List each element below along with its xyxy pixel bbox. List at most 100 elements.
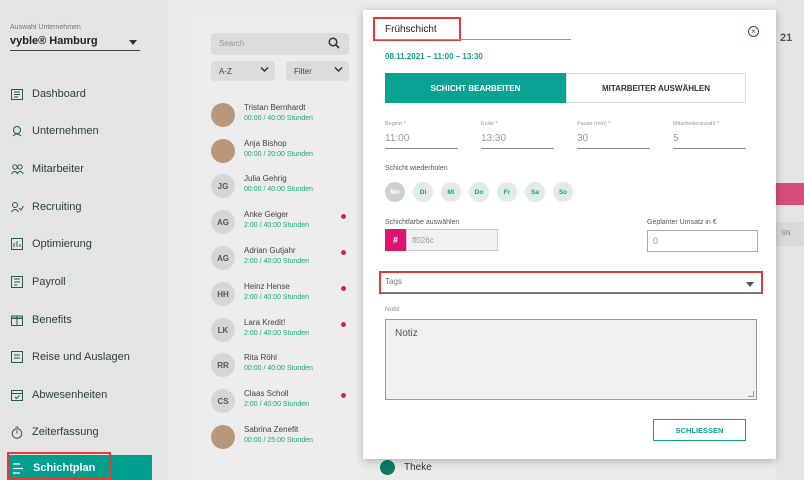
tags-underline <box>381 292 761 293</box>
day-toggle-mo[interactable]: Mo <box>385 182 405 202</box>
day-toggle-mi[interactable]: Mi <box>441 182 461 202</box>
employee-row[interactable]: RR Rita Röhl 00:00 / 40:00 Stunden <box>211 351 361 379</box>
sidebar-item-label: Benefits <box>32 314 72 326</box>
begin-field[interactable]: 11:00 <box>385 133 409 144</box>
avatar: JG <box>211 174 235 198</box>
avatar: LK <box>211 318 235 342</box>
color-input[interactable]: ff026c <box>406 229 498 251</box>
employee-name: Julia Gehrig <box>244 174 287 183</box>
begin-label: Beginn * <box>385 121 406 127</box>
avatar <box>211 139 235 163</box>
sidebar-item-benefits[interactable]: Benefits <box>10 310 160 330</box>
pause-underline <box>577 148 650 149</box>
day-toggle-fr[interactable]: Fr <box>497 182 517 202</box>
sidebar-item-label: Mitarbeiter <box>32 163 84 175</box>
employee-row[interactable]: JG Julia Gehrig 00:00 / 40:00 Stunden <box>211 172 361 200</box>
count-label: Mitarbeiteranzahl * <box>673 121 719 127</box>
employee-hours: 00:00 / 25:00 Stunden <box>244 437 313 444</box>
employee-row[interactable]: HH Heinz Hense 2:00 / 40:00 Stunden <box>211 280 361 308</box>
end-underline <box>481 148 554 149</box>
employee-name: Claas Scholl <box>244 389 289 398</box>
sidebar-item-label: Reise und Auslagen <box>32 351 130 363</box>
calendar-date-number: 21 <box>780 32 793 44</box>
sidebar-item-reise[interactable]: Reise und Auslagen <box>10 347 160 367</box>
sidebar-item-mitarbeiter[interactable]: Mitarbeiter <box>10 159 160 179</box>
employee-row[interactable]: AG Anke Geiger 2:00 / 40:00 Stunden <box>211 208 361 236</box>
employee-name: Adrian Gutjahr <box>244 246 296 255</box>
chevron-down-icon[interactable] <box>746 282 754 287</box>
company-select[interactable]: vyble® Hamburg <box>10 35 140 51</box>
chevron-down-icon <box>129 40 137 45</box>
resize-handle-icon[interactable] <box>748 391 754 397</box>
recruiting-icon <box>10 200 24 214</box>
sidebar-item-dashboard[interactable]: Dashboard <box>10 84 160 104</box>
shift-edit-modal: Frühschicht × 08.11.2021 – 11:00 – 13:30… <box>363 10 776 459</box>
search-input[interactable]: Search <box>211 33 349 55</box>
employee-hours: 2:00 / 40:00 Stunden <box>244 294 309 301</box>
sidebar-item-optimierung[interactable]: Optimierung <box>10 234 160 254</box>
employee-row[interactable]: LK Lara Kredit! 2:00 / 40:00 Stunden <box>211 316 361 344</box>
employee-row[interactable]: AG Adrian Gutjahr 2:00 / 40:00 Stunden <box>211 244 361 272</box>
sidebar-item-label: Zeiterfassung <box>32 426 99 438</box>
employee-hours: 00:00 / 20:00 Stunden <box>244 151 313 158</box>
pause-label: Pause (min) * <box>577 121 611 127</box>
close-button[interactable]: SCHLIESSEN <box>653 419 746 441</box>
filter-select[interactable]: Filter <box>286 61 349 81</box>
shift-bar[interactable] <box>776 183 804 205</box>
tab-schicht-bearbeiten[interactable]: SCHICHT BEARBEITEN <box>385 73 566 103</box>
employee-row[interactable]: CS Claas Scholl 2:00 / 40:00 Stunden <box>211 387 361 415</box>
sort-select[interactable]: A-Z <box>211 61 275 81</box>
shift-date-range: 08.11.2021 – 11:00 – 13:30 <box>385 52 483 61</box>
employee-row[interactable]: Tristan Bernhardt 00:00 / 40:00 Stunden <box>211 101 361 129</box>
color-swatch[interactable]: # <box>385 229 406 251</box>
sidebar-item-abwesenheiten[interactable]: Abwesenheiten <box>10 385 160 405</box>
status-dot <box>341 393 346 398</box>
tags-select[interactable]: Tags <box>385 277 402 286</box>
pause-field[interactable]: 30 <box>577 133 588 144</box>
title-underline <box>375 39 571 40</box>
employee-hours: 00:00 / 40:00 Stunden <box>244 365 313 372</box>
avatar: AG <box>211 210 235 234</box>
close-circle-icon[interactable]: × <box>748 26 759 37</box>
notes-textarea[interactable]: Notiz <box>385 319 757 400</box>
avatar: AG <box>211 246 235 270</box>
sidebar-item-zeiterfassung[interactable]: Zeiterfassung <box>10 422 160 442</box>
revenue-label: Geplanter Umsatz in € <box>647 219 717 226</box>
search-icon[interactable] <box>328 37 340 51</box>
sidebar-item-recruiting[interactable]: Recruiting <box>10 197 160 217</box>
avatar: RR <box>211 353 235 377</box>
day-toggle-di[interactable]: Di <box>413 182 433 202</box>
payroll-icon <box>10 275 24 289</box>
employee-hours: 00:00 / 40:00 Stunden <box>244 186 313 193</box>
company-name: vyble® Hamburg <box>10 35 98 47</box>
company-icon <box>10 124 24 138</box>
tab-mitarbeiter-auswaehlen[interactable]: MITARBEITER AUSWÄHLEN <box>566 73 746 103</box>
search-placeholder: Search <box>219 39 245 48</box>
employee-row[interactable]: Anja Bishop 00:00 / 20:00 Stunden <box>211 137 361 165</box>
day-toggle-so[interactable]: So <box>553 182 573 202</box>
legend-dot <box>380 460 395 475</box>
calendar-icon <box>10 388 24 402</box>
avatar <box>211 103 235 127</box>
color-label: Schichtfarbe auswählen <box>385 219 460 226</box>
sidebar-item-label: Unternehmen <box>32 125 99 137</box>
end-field[interactable]: 13:30 <box>481 133 506 144</box>
notes-placeholder: Notiz <box>395 328 418 339</box>
sidebar-item-label: Dashboard <box>32 88 86 100</box>
employee-row[interactable]: Sabrina Zenefit 00:00 / 25:00 Stunden <box>211 423 361 451</box>
day-toggle-sa[interactable]: Sa <box>525 182 545 202</box>
count-field[interactable]: 5 <box>673 133 679 144</box>
employee-name: Rita Röhl <box>244 353 277 362</box>
avatar <box>211 425 235 449</box>
revenue-input[interactable]: 0 <box>647 230 758 252</box>
status-dot <box>341 214 346 219</box>
sidebar-item-label: Optimierung <box>32 238 92 250</box>
employee-name: Anja Bishop <box>244 139 287 148</box>
sidebar-item-unternehmen[interactable]: Unternehmen <box>10 121 160 141</box>
employee-hours: 2:00 / 40:00 Stunden <box>244 330 309 337</box>
sidebar-item-label: Payroll <box>32 276 66 288</box>
day-toggle-do[interactable]: Do <box>469 182 489 202</box>
sidebar-item-payroll[interactable]: Payroll <box>10 272 160 292</box>
employee-name: Heinz Hense <box>244 282 290 291</box>
shift-title-input[interactable]: Frühschicht <box>385 24 437 35</box>
